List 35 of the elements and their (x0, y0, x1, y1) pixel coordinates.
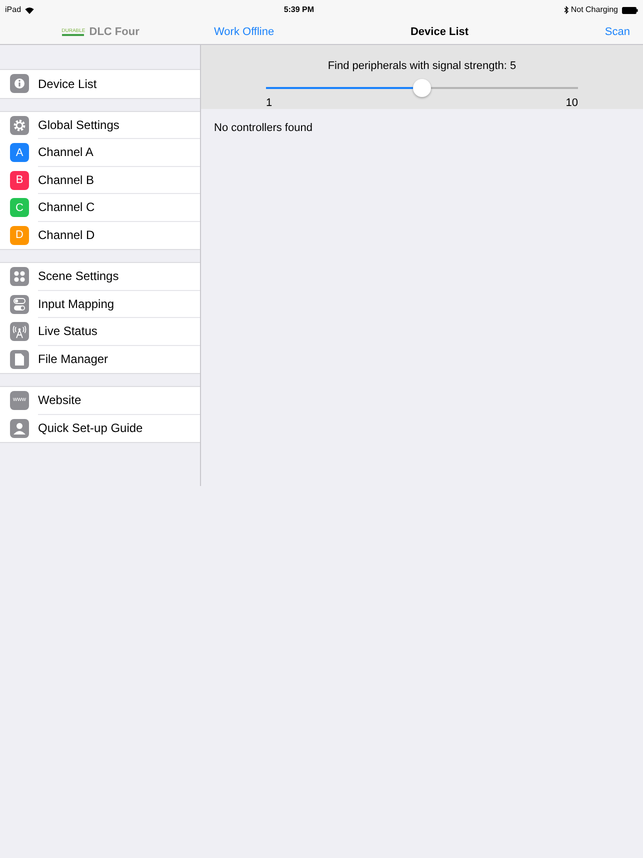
wifi-icon (25, 6, 34, 14)
toggle-icon (10, 294, 29, 314)
sidebar-item[interactable]: Quick Set-up Guide (0, 414, 200, 442)
info-icon (10, 74, 29, 94)
sidebar-item[interactable]: File Manager (0, 346, 200, 373)
slider-min-label: 1 (266, 96, 272, 110)
signal-strength-label: Find peripherals with signal strength: 5 (328, 59, 516, 74)
gear-icon (10, 116, 29, 135)
sidebar-item[interactable]: C Channel C (0, 194, 200, 222)
person-icon (10, 418, 29, 438)
app-title: DLC Four (89, 24, 140, 40)
nav-title: Device List (410, 24, 469, 40)
sidebar-item[interactable]: D Channel D (0, 222, 200, 249)
clock: 5:39 PM (284, 4, 314, 16)
battery-icon (622, 6, 638, 14)
slider-max-label: 10 (566, 96, 578, 110)
sidebar-item[interactable]: Global Settings (0, 112, 200, 139)
sidebar-item[interactable]: Input Mapping (0, 290, 200, 318)
sidebar-item[interactable]: A Channel A (0, 139, 200, 166)
antenna-icon (10, 322, 29, 342)
channel-letter-icon: C (10, 198, 29, 218)
document-icon (10, 350, 29, 369)
slider-thumb[interactable] (413, 78, 431, 96)
sidebar-item[interactable]: Live Status (0, 318, 200, 346)
sidebar-item[interactable]: Device List (0, 70, 200, 98)
battery-status: Not Charging (570, 4, 618, 16)
grid-icon (10, 267, 29, 286)
channel-letter-icon: D (10, 226, 29, 245)
channel-letter-icon: B (10, 170, 29, 190)
device-name: iPad (5, 4, 22, 16)
bluetooth-icon (564, 6, 569, 14)
sidebar-item[interactable]: Scene Settings (0, 263, 200, 290)
sidebar-item[interactable]: B Channel B (0, 166, 200, 194)
channel-letter-icon: A (10, 143, 29, 162)
empty-message: No controllers found (214, 122, 312, 134)
